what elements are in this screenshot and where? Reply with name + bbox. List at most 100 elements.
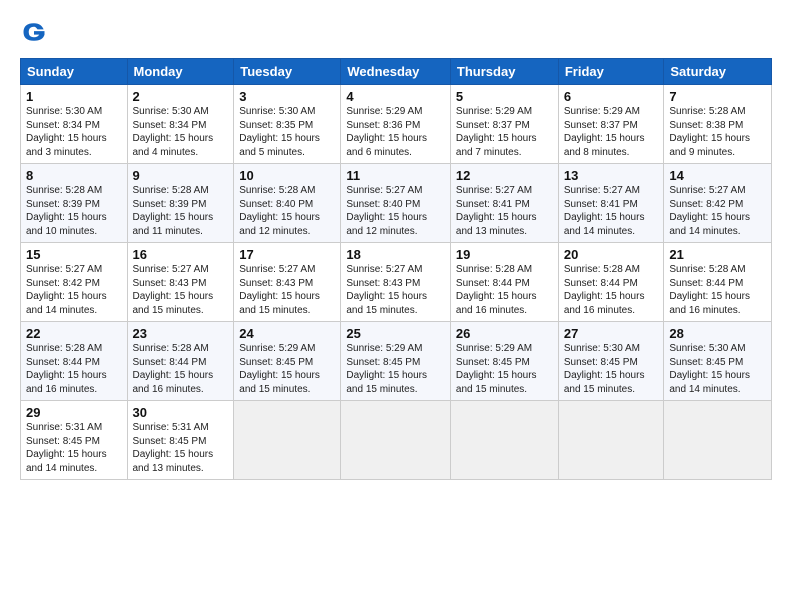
calendar-cell: 19Sunrise: 5:28 AMSunset: 8:44 PMDayligh… bbox=[450, 243, 558, 322]
calendar-day-header: Saturday bbox=[664, 59, 772, 85]
calendar-header-row: SundayMondayTuesdayWednesdayThursdayFrid… bbox=[21, 59, 772, 85]
cell-content: Sunrise: 5:28 AMSunset: 8:44 PMDaylight:… bbox=[564, 263, 659, 317]
day-number: 9 bbox=[133, 168, 229, 183]
calendar-cell: 25Sunrise: 5:29 AMSunset: 8:45 PMDayligh… bbox=[341, 322, 451, 401]
calendar-week-row: 29Sunrise: 5:31 AMSunset: 8:45 PMDayligh… bbox=[21, 401, 772, 480]
calendar-cell: 27Sunrise: 5:30 AMSunset: 8:45 PMDayligh… bbox=[558, 322, 664, 401]
calendar-day-header: Friday bbox=[558, 59, 664, 85]
day-number: 29 bbox=[26, 405, 122, 420]
calendar-cell: 4Sunrise: 5:29 AMSunset: 8:36 PMDaylight… bbox=[341, 85, 451, 164]
cell-content: Sunrise: 5:28 AMSunset: 8:38 PMDaylight:… bbox=[669, 105, 766, 159]
calendar-cell: 22Sunrise: 5:28 AMSunset: 8:44 PMDayligh… bbox=[21, 322, 128, 401]
calendar-cell: 23Sunrise: 5:28 AMSunset: 8:44 PMDayligh… bbox=[127, 322, 234, 401]
day-number: 21 bbox=[669, 247, 766, 262]
calendar-cell: 17Sunrise: 5:27 AMSunset: 8:43 PMDayligh… bbox=[234, 243, 341, 322]
calendar-cell bbox=[341, 401, 451, 480]
calendar-cell: 1Sunrise: 5:30 AMSunset: 8:34 PMDaylight… bbox=[21, 85, 128, 164]
calendar-cell: 15Sunrise: 5:27 AMSunset: 8:42 PMDayligh… bbox=[21, 243, 128, 322]
day-number: 18 bbox=[346, 247, 445, 262]
calendar-cell bbox=[234, 401, 341, 480]
calendar-cell: 11Sunrise: 5:27 AMSunset: 8:40 PMDayligh… bbox=[341, 164, 451, 243]
calendar-week-row: 22Sunrise: 5:28 AMSunset: 8:44 PMDayligh… bbox=[21, 322, 772, 401]
calendar-cell: 10Sunrise: 5:28 AMSunset: 8:40 PMDayligh… bbox=[234, 164, 341, 243]
calendar-day-header: Thursday bbox=[450, 59, 558, 85]
cell-content: Sunrise: 5:28 AMSunset: 8:39 PMDaylight:… bbox=[133, 184, 229, 238]
calendar-week-row: 1Sunrise: 5:30 AMSunset: 8:34 PMDaylight… bbox=[21, 85, 772, 164]
day-number: 30 bbox=[133, 405, 229, 420]
calendar-cell: 24Sunrise: 5:29 AMSunset: 8:45 PMDayligh… bbox=[234, 322, 341, 401]
cell-content: Sunrise: 5:30 AMSunset: 8:45 PMDaylight:… bbox=[669, 342, 766, 396]
cell-content: Sunrise: 5:28 AMSunset: 8:44 PMDaylight:… bbox=[133, 342, 229, 396]
day-number: 19 bbox=[456, 247, 553, 262]
day-number: 10 bbox=[239, 168, 335, 183]
cell-content: Sunrise: 5:27 AMSunset: 8:41 PMDaylight:… bbox=[456, 184, 553, 238]
calendar-cell: 13Sunrise: 5:27 AMSunset: 8:41 PMDayligh… bbox=[558, 164, 664, 243]
day-number: 23 bbox=[133, 326, 229, 341]
day-number: 28 bbox=[669, 326, 766, 341]
cell-content: Sunrise: 5:27 AMSunset: 8:42 PMDaylight:… bbox=[26, 263, 122, 317]
page: SundayMondayTuesdayWednesdayThursdayFrid… bbox=[0, 0, 792, 612]
cell-content: Sunrise: 5:27 AMSunset: 8:43 PMDaylight:… bbox=[346, 263, 445, 317]
calendar-cell: 8Sunrise: 5:28 AMSunset: 8:39 PMDaylight… bbox=[21, 164, 128, 243]
calendar-cell: 16Sunrise: 5:27 AMSunset: 8:43 PMDayligh… bbox=[127, 243, 234, 322]
cell-content: Sunrise: 5:31 AMSunset: 8:45 PMDaylight:… bbox=[26, 421, 122, 475]
cell-content: Sunrise: 5:29 AMSunset: 8:45 PMDaylight:… bbox=[346, 342, 445, 396]
day-number: 5 bbox=[456, 89, 553, 104]
day-number: 12 bbox=[456, 168, 553, 183]
day-number: 1 bbox=[26, 89, 122, 104]
cell-content: Sunrise: 5:28 AMSunset: 8:44 PMDaylight:… bbox=[669, 263, 766, 317]
cell-content: Sunrise: 5:30 AMSunset: 8:34 PMDaylight:… bbox=[26, 105, 122, 159]
day-number: 2 bbox=[133, 89, 229, 104]
day-number: 26 bbox=[456, 326, 553, 341]
calendar-day-header: Wednesday bbox=[341, 59, 451, 85]
calendar-cell: 3Sunrise: 5:30 AMSunset: 8:35 PMDaylight… bbox=[234, 85, 341, 164]
calendar-week-row: 8Sunrise: 5:28 AMSunset: 8:39 PMDaylight… bbox=[21, 164, 772, 243]
calendar-cell bbox=[664, 401, 772, 480]
cell-content: Sunrise: 5:30 AMSunset: 8:34 PMDaylight:… bbox=[133, 105, 229, 159]
cell-content: Sunrise: 5:28 AMSunset: 8:44 PMDaylight:… bbox=[456, 263, 553, 317]
logo-icon bbox=[20, 18, 48, 46]
day-number: 8 bbox=[26, 168, 122, 183]
logo-block bbox=[20, 18, 50, 46]
day-number: 27 bbox=[564, 326, 659, 341]
cell-content: Sunrise: 5:27 AMSunset: 8:43 PMDaylight:… bbox=[239, 263, 335, 317]
day-number: 11 bbox=[346, 168, 445, 183]
header bbox=[20, 18, 772, 46]
day-number: 24 bbox=[239, 326, 335, 341]
day-number: 22 bbox=[26, 326, 122, 341]
calendar-cell: 6Sunrise: 5:29 AMSunset: 8:37 PMDaylight… bbox=[558, 85, 664, 164]
calendar-cell: 18Sunrise: 5:27 AMSunset: 8:43 PMDayligh… bbox=[341, 243, 451, 322]
cell-content: Sunrise: 5:27 AMSunset: 8:42 PMDaylight:… bbox=[669, 184, 766, 238]
cell-content: Sunrise: 5:29 AMSunset: 8:45 PMDaylight:… bbox=[456, 342, 553, 396]
calendar-cell: 14Sunrise: 5:27 AMSunset: 8:42 PMDayligh… bbox=[664, 164, 772, 243]
day-number: 15 bbox=[26, 247, 122, 262]
cell-content: Sunrise: 5:30 AMSunset: 8:35 PMDaylight:… bbox=[239, 105, 335, 159]
calendar-cell: 7Sunrise: 5:28 AMSunset: 8:38 PMDaylight… bbox=[664, 85, 772, 164]
day-number: 7 bbox=[669, 89, 766, 104]
cell-content: Sunrise: 5:29 AMSunset: 8:37 PMDaylight:… bbox=[564, 105, 659, 159]
cell-content: Sunrise: 5:28 AMSunset: 8:39 PMDaylight:… bbox=[26, 184, 122, 238]
calendar-cell: 21Sunrise: 5:28 AMSunset: 8:44 PMDayligh… bbox=[664, 243, 772, 322]
cell-content: Sunrise: 5:28 AMSunset: 8:44 PMDaylight:… bbox=[26, 342, 122, 396]
cell-content: Sunrise: 5:29 AMSunset: 8:36 PMDaylight:… bbox=[346, 105, 445, 159]
cell-content: Sunrise: 5:30 AMSunset: 8:45 PMDaylight:… bbox=[564, 342, 659, 396]
calendar-week-row: 15Sunrise: 5:27 AMSunset: 8:42 PMDayligh… bbox=[21, 243, 772, 322]
day-number: 13 bbox=[564, 168, 659, 183]
calendar-cell bbox=[558, 401, 664, 480]
day-number: 14 bbox=[669, 168, 766, 183]
cell-content: Sunrise: 5:31 AMSunset: 8:45 PMDaylight:… bbox=[133, 421, 229, 475]
day-number: 4 bbox=[346, 89, 445, 104]
calendar-day-header: Tuesday bbox=[234, 59, 341, 85]
day-number: 3 bbox=[239, 89, 335, 104]
day-number: 20 bbox=[564, 247, 659, 262]
calendar-day-header: Monday bbox=[127, 59, 234, 85]
cell-content: Sunrise: 5:27 AMSunset: 8:40 PMDaylight:… bbox=[346, 184, 445, 238]
cell-content: Sunrise: 5:27 AMSunset: 8:43 PMDaylight:… bbox=[133, 263, 229, 317]
calendar-day-header: Sunday bbox=[21, 59, 128, 85]
day-number: 6 bbox=[564, 89, 659, 104]
day-number: 25 bbox=[346, 326, 445, 341]
calendar-cell: 26Sunrise: 5:29 AMSunset: 8:45 PMDayligh… bbox=[450, 322, 558, 401]
calendar-cell: 12Sunrise: 5:27 AMSunset: 8:41 PMDayligh… bbox=[450, 164, 558, 243]
cell-content: Sunrise: 5:28 AMSunset: 8:40 PMDaylight:… bbox=[239, 184, 335, 238]
calendar-cell bbox=[450, 401, 558, 480]
